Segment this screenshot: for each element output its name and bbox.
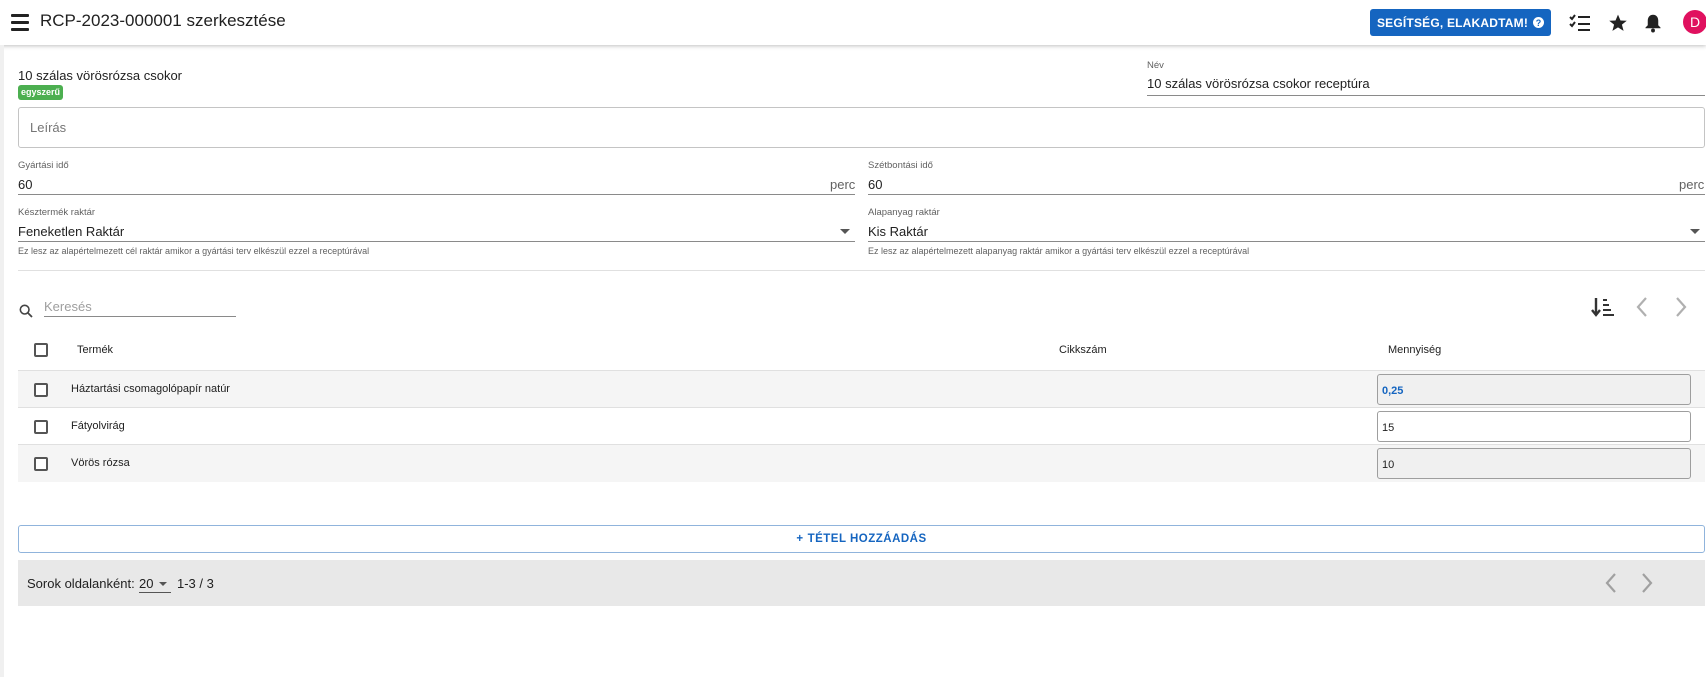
- row-product-name: Vörös rózsa: [71, 457, 130, 469]
- row-checkbox[interactable]: [34, 383, 48, 397]
- plus-icon: +: [796, 533, 804, 545]
- raw-warehouse-label: Alapanyag raktár: [868, 207, 940, 218]
- row-checkbox[interactable]: [34, 457, 48, 471]
- chevron-down-icon: [159, 582, 167, 586]
- question-icon: ?: [1533, 17, 1545, 28]
- quantity-input[interactable]: 0,25: [1377, 374, 1691, 405]
- page-title: RCP-2023-000001 szerkesztése: [40, 11, 286, 30]
- raw-warehouse-hint: Ez lesz az alapértelmezett alapanyag rak…: [868, 246, 1250, 256]
- production-time-label: Gyártási idő: [18, 160, 69, 171]
- finished-warehouse-label: Késztermék raktár: [18, 207, 96, 218]
- rows-per-page-value: 20: [139, 576, 154, 591]
- search-icon: [18, 303, 36, 321]
- table-row[interactable]: Háztartási csomagolópapír natúr 0,25: [18, 371, 1705, 408]
- product-type-badge: egyszerű: [18, 85, 64, 100]
- sort-icon[interactable]: [1589, 295, 1617, 319]
- name-label: Név: [1147, 60, 1164, 71]
- name-field-underline: [1147, 95, 1705, 96]
- row-product-name: Fátyolvirág: [71, 420, 125, 432]
- chevron-down-icon[interactable]: [840, 229, 850, 234]
- production-time-field[interactable]: 60: [18, 177, 32, 192]
- row-checkbox[interactable]: [34, 420, 48, 434]
- next-page-button[interactable]: [1634, 570, 1660, 596]
- chevron-down-icon[interactable]: [1690, 229, 1700, 234]
- recipe-edit-form: 10 szálas vörösrózsa csokor egyszerű Név…: [0, 45, 1706, 677]
- chevron-right-icon[interactable]: [1667, 295, 1695, 319]
- pagination-range: 1-3 / 3: [177, 576, 214, 591]
- checklist-icon[interactable]: [1568, 11, 1592, 35]
- help-button[interactable]: SEGÍTSÉG, ELAKADTAM! ?: [1370, 9, 1551, 36]
- row-product-name: Háztartási csomagolópapír natúr: [71, 383, 230, 395]
- section-divider: [18, 270, 1705, 271]
- add-item-label: TÉTEL HOZZÁADÁS: [807, 533, 927, 545]
- disassembly-time-label: Szétbontási idő: [868, 160, 933, 171]
- star-icon[interactable]: [1606, 11, 1630, 35]
- quantity-input[interactable]: 10: [1377, 448, 1691, 479]
- rows-per-page-select[interactable]: 20: [139, 576, 171, 593]
- column-header-sku[interactable]: Cikkszám: [1059, 344, 1107, 356]
- chevron-left-icon[interactable]: [1628, 295, 1656, 319]
- disassembly-time-underline: [868, 194, 1705, 195]
- finished-warehouse-select[interactable]: Feneketlen Raktár: [18, 224, 124, 239]
- help-button-label: SEGÍTSÉG, ELAKADTAM!: [1376, 15, 1529, 30]
- quantity-input[interactable]: 15: [1377, 411, 1691, 442]
- finished-warehouse-hint: Ez lesz az alapértelmezett cél raktár am…: [18, 246, 370, 256]
- previous-page-button[interactable]: [1598, 570, 1624, 596]
- description-field[interactable]: Leírás: [18, 107, 1705, 148]
- column-header-quantity[interactable]: Mennyiség: [1388, 344, 1441, 356]
- table-row[interactable]: Vörös rózsa 10: [18, 445, 1705, 482]
- table-row[interactable]: Fátyolvirág 15: [18, 408, 1705, 445]
- product-name: 10 szálas vörösrózsa csokor: [18, 68, 183, 83]
- pagination-footer: Sorok oldalanként: 20 1-3 / 3: [18, 560, 1705, 606]
- rows-per-page-label: Sorok oldalanként:: [27, 576, 135, 591]
- bell-icon[interactable]: [1641, 11, 1665, 35]
- avatar[interactable]: D: [1683, 10, 1706, 34]
- production-time-underline: [18, 194, 855, 195]
- description-placeholder: Leírás: [30, 120, 67, 135]
- select-all-checkbox[interactable]: [34, 343, 48, 357]
- disassembly-time-field[interactable]: 60: [868, 177, 882, 192]
- top-app-bar: RCP-2023-000001 szerkesztése SEGÍTSÉG, E…: [0, 0, 1706, 45]
- disassembly-time-unit: perc: [1679, 177, 1705, 192]
- column-header-product[interactable]: Termék: [77, 344, 113, 356]
- production-time-unit: perc: [830, 177, 856, 192]
- finished-warehouse-underline: [18, 241, 855, 242]
- raw-warehouse-underline: [868, 241, 1705, 242]
- raw-warehouse-select[interactable]: Kis Raktár: [868, 224, 928, 239]
- menu-icon[interactable]: [9, 12, 31, 32]
- add-item-button[interactable]: + TÉTEL HOZZÁADÁS: [18, 525, 1705, 553]
- search-input[interactable]: [44, 297, 236, 317]
- name-field[interactable]: 10 szálas vörösrózsa csokor receptúra: [1147, 76, 1370, 91]
